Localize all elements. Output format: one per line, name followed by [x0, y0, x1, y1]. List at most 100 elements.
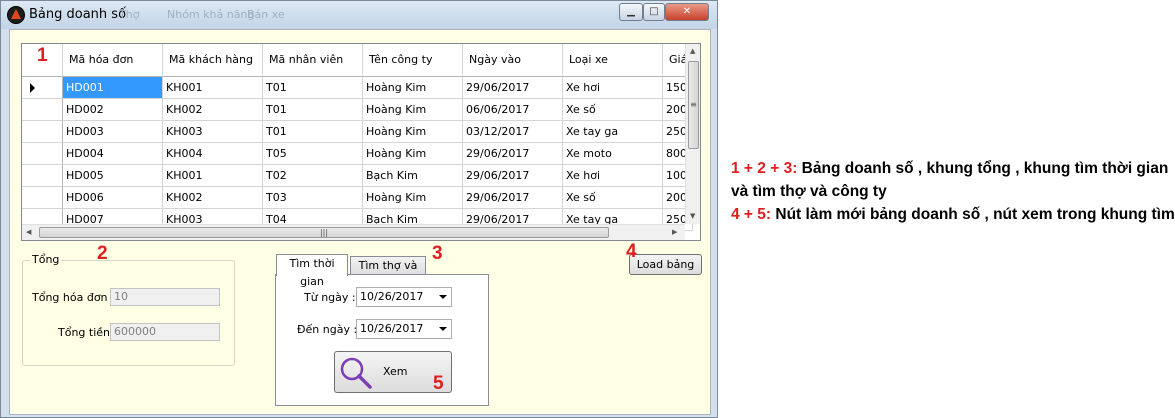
column-header[interactable]: Tên công ty [363, 44, 463, 77]
from-date-label: Từ ngày : [304, 291, 356, 304]
chevron-down-icon[interactable] [439, 295, 447, 299]
row-header[interactable] [22, 187, 63, 209]
grid-cell[interactable]: Hoàng Kim [363, 121, 463, 143]
grid-cell[interactable]: Xe hơi [563, 165, 663, 187]
column-header[interactable]: Loại xe [563, 44, 663, 77]
ghost-menu-item: Thợ [119, 8, 140, 21]
grid-cell[interactable]: Xe moto [563, 143, 663, 165]
grid-cell[interactable]: Xe hơi [563, 77, 663, 99]
tab-find-worker-company[interactable]: Tìm thợ và cty [350, 256, 426, 290]
grid-cell[interactable]: Hoàng Kim [363, 187, 463, 209]
from-date-value: 10/26/2017 [360, 290, 424, 303]
current-row-arrow-icon [30, 83, 35, 93]
time-search-panel: Từ ngày : 10/26/2017 Đến ngày : 10/26/20… [275, 274, 489, 406]
total-group-label: Tổng [30, 253, 62, 266]
annotation-text: Nút làm mới bảng doanh số , nút xem tron… [771, 206, 1175, 223]
grid-cell[interactable]: Hoàng Kim [363, 77, 463, 99]
scroll-right-icon[interactable]: ▶ [672, 228, 677, 236]
grid-cell[interactable]: T01 [263, 99, 363, 121]
grid-cell[interactable]: 03/12/2017 [463, 121, 563, 143]
to-date-picker[interactable]: 10/26/2017 [356, 319, 452, 339]
client-area: Mã hóa đơn Mã khách hàng Mã nhân viên Tê… [9, 29, 711, 415]
window: Bảng doanh số Thợ Nhóm khả năng Bán xe ▁… [0, 0, 718, 418]
grid-cell[interactable]: KH001 [163, 77, 263, 99]
row-header[interactable] [22, 77, 63, 99]
marker-3: 3 [432, 243, 443, 264]
row-header[interactable] [22, 99, 63, 121]
grid-cell[interactable]: HD006 [63, 187, 163, 209]
scroll-up-icon[interactable]: ▲ [690, 47, 695, 55]
total-invoices-label: Tổng hóa đơn : [32, 291, 115, 304]
to-date-value: 10/26/2017 [360, 322, 424, 335]
column-header[interactable]: Mã hóa đơn [63, 44, 163, 77]
grid-cell[interactable]: Xe số [563, 187, 663, 209]
marker-1: 1 [37, 45, 48, 66]
marker-2: 2 [97, 243, 108, 264]
grid-cell[interactable]: HD004 [63, 143, 163, 165]
grid-cell[interactable]: KH001 [163, 165, 263, 187]
search-icon [340, 357, 372, 389]
ghost-menu-item: Nhóm khả năng [167, 8, 255, 21]
column-header[interactable]: Mã khách hàng [163, 44, 263, 77]
vertical-scrollbar[interactable]: ▲ ≡ ▼ [685, 44, 700, 224]
from-date-picker[interactable]: 10/26/2017 [356, 287, 452, 307]
grid-cell[interactable]: T05 [263, 143, 363, 165]
marker-4: 4 [626, 241, 637, 262]
total-group: Tổng Tổng hóa đơn : 10 Tổng tiền : 60000… [22, 253, 235, 366]
annotation-text: Bảng doanh số , khung tổng , khung tìm t… [731, 160, 1169, 200]
grid-cell[interactable]: T01 [263, 77, 363, 99]
grid-cell[interactable]: HD002 [63, 99, 163, 121]
column-header[interactable]: Mã nhân viên [263, 44, 363, 77]
sales-grid[interactable]: Mã hóa đơn Mã khách hàng Mã nhân viên Tê… [21, 43, 701, 241]
annotation-line-1: 1 + 2 + 3: Bảng doanh số , khung tổng , … [731, 157, 1175, 203]
grid-cell[interactable]: HD005 [63, 165, 163, 187]
horizontal-scroll-thumb[interactable]: ||| [39, 227, 609, 238]
grid-cell[interactable]: KH003 [163, 121, 263, 143]
to-date-label: Đến ngày : [297, 323, 358, 336]
annotation: 1 + 2 + 3: Bảng doanh số , khung tổng , … [731, 157, 1175, 226]
maximize-button[interactable]: □ [643, 3, 665, 21]
total-money-field[interactable]: 600000 [110, 323, 220, 341]
grid-cell[interactable]: 29/06/2017 [463, 143, 563, 165]
grid-cell[interactable]: T01 [263, 121, 363, 143]
grid-cell[interactable]: 29/06/2017 [463, 187, 563, 209]
row-header[interactable] [22, 165, 63, 187]
grid-cell[interactable]: Xe số [563, 99, 663, 121]
grid-cell[interactable]: Hoàng Kim [363, 99, 463, 121]
grid-cell[interactable]: T03 [263, 187, 363, 209]
row-header[interactable] [22, 121, 63, 143]
scroll-left-icon[interactable]: ◀ [26, 228, 31, 236]
grid-cell[interactable]: HD003 [63, 121, 163, 143]
scroll-down-icon[interactable]: ▼ [690, 212, 695, 220]
grid-cell[interactable]: Bạch Kim [363, 165, 463, 187]
annotation-numbers: 4 + 5: [731, 206, 772, 223]
grid-cell[interactable]: KH004 [163, 143, 263, 165]
vertical-scroll-thumb[interactable]: ≡ [688, 61, 699, 149]
grid-cell[interactable]: 29/06/2017 [463, 165, 563, 187]
grid-cell[interactable]: HD001 [63, 77, 163, 99]
grid-cell[interactable]: Hoàng Kim [363, 143, 463, 165]
row-header[interactable] [22, 143, 63, 165]
view-button-label: Xem [383, 365, 408, 378]
marker-5: 5 [433, 373, 444, 394]
window-title: Bảng doanh số [29, 7, 127, 22]
chevron-down-icon[interactable] [439, 327, 447, 331]
horizontal-scrollbar[interactable]: ◀ ||| ▶ [22, 224, 685, 240]
grid-cell[interactable]: T02 [263, 165, 363, 187]
title-bar[interactable]: Bảng doanh số Thợ Nhóm khả năng Bán xe ▁… [1, 1, 717, 29]
column-header[interactable]: Ngày vào [463, 44, 563, 77]
grid-cell[interactable]: KH002 [163, 187, 263, 209]
ghost-menu-item: Bán xe [247, 8, 285, 21]
total-money-label: Tổng tiền : [58, 326, 118, 339]
grid-cell[interactable]: Xe tay ga [563, 121, 663, 143]
app-icon [7, 6, 25, 24]
load-table-button[interactable]: Load bảng [629, 254, 702, 275]
total-invoices-field[interactable]: 10 [110, 288, 220, 306]
minimize-button[interactable]: ▁ [619, 3, 643, 21]
close-button[interactable]: ✕ [665, 3, 709, 21]
grid-cell[interactable]: KH002 [163, 99, 263, 121]
grid-cell[interactable]: 29/06/2017 [463, 77, 563, 99]
tab-find-time[interactable]: Tìm thời gian [276, 254, 348, 288]
grid-cell[interactable]: 06/06/2017 [463, 99, 563, 121]
annotation-numbers: 1 + 2 + 3: [731, 160, 798, 177]
